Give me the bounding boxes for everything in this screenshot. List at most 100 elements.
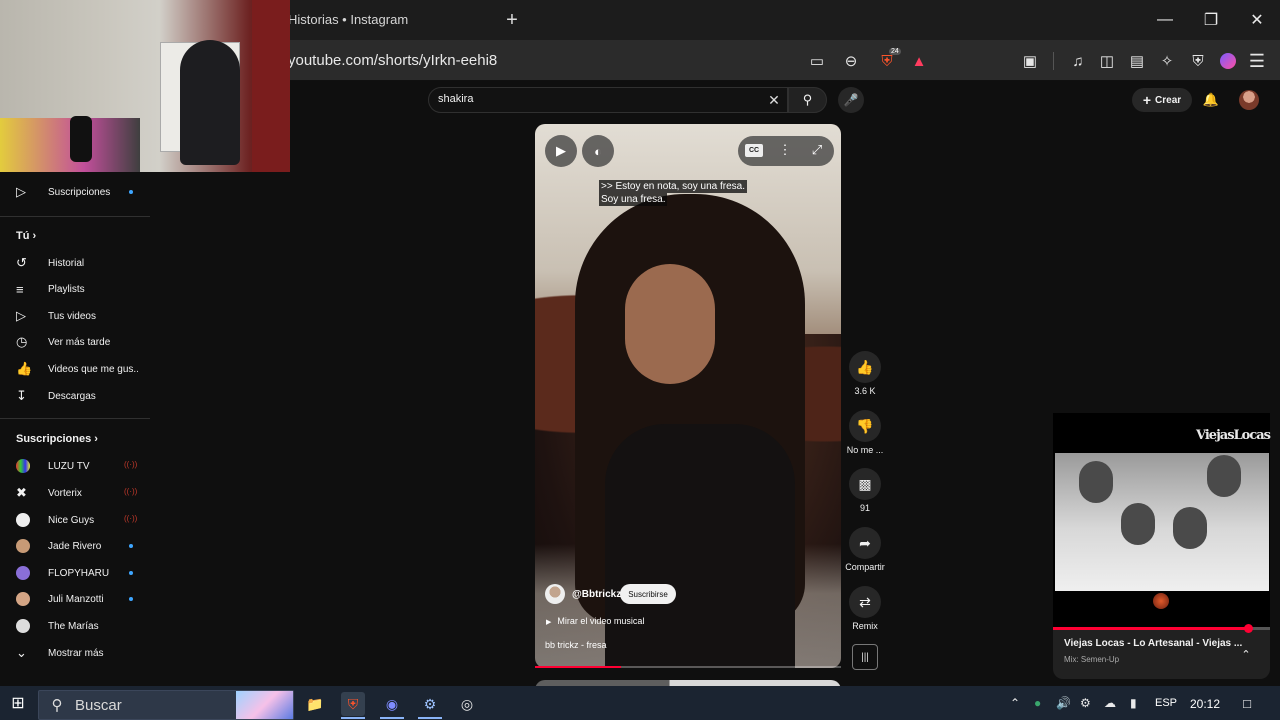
shields-count-badge: 24 [889, 48, 901, 55]
sidebar-item-label: Mostrar más [48, 647, 104, 659]
like-button[interactable]: 👍 [849, 351, 881, 383]
more-options-icon[interactable]: ⋮ [776, 141, 794, 159]
brave-rewards-icon[interactable]: ▲ [908, 50, 930, 72]
search-tab-icon[interactable]: ▣ [1019, 50, 1041, 72]
sidebar-item-label: Suscripciones [48, 186, 111, 198]
share-button[interactable]: ➦ [849, 527, 881, 559]
sidebar-channel-nice-guys[interactable]: Nice Guys ((·)) [0, 507, 150, 533]
close-window-button[interactable]: ✕ [1237, 6, 1277, 34]
sidebar-item-history[interactable]: ↺ Historial [0, 250, 150, 276]
sidebar-channel-jade-rivero[interactable]: Jade Rivero [0, 533, 150, 559]
captions-button[interactable]: CC [745, 144, 763, 157]
notification-center-icon[interactable]: □ [1238, 694, 1256, 712]
browser-menu-icon[interactable]: ☰ [1246, 50, 1268, 72]
sidebar-channel-the-marias[interactable]: The Marías [0, 613, 150, 639]
expand-chevron-icon[interactable]: ⌃ [1238, 646, 1254, 662]
sidebar-channel-luzu-tv[interactable]: LUZU TV ((·)) [0, 453, 150, 479]
mini-player-title[interactable]: Viejas Locas - Lo Artesanal - Viejas ... [1064, 638, 1242, 649]
sidebar-toggle-icon[interactable]: ◫ [1096, 50, 1118, 72]
new-content-dot [129, 190, 133, 194]
new-tab-button[interactable]: + [500, 8, 524, 32]
voice-search-button[interactable]: 🎤 [838, 87, 864, 113]
sidebar-item-playlists[interactable]: ≡ Playlists [0, 276, 150, 302]
subscribe-button[interactable]: Suscribirse [620, 584, 676, 604]
plus-icon: + [1142, 92, 1152, 108]
play-icon: ▶ [556, 143, 566, 158]
search-input[interactable] [428, 87, 788, 113]
sidebar-item-label: Tus videos [48, 310, 96, 322]
account-avatar[interactable] [1239, 90, 1259, 110]
sidebar-item-liked-videos[interactable]: 👍 Videos que me gus... [0, 356, 150, 382]
windows-start-icon[interactable]: ⊞ [8, 693, 28, 713]
minimize-button[interactable]: — [1145, 6, 1185, 34]
chevron-right-icon: › [32, 230, 37, 242]
channel-avatar: ✖ [16, 485, 27, 500]
onedrive-icon[interactable]: ☁ [1104, 696, 1116, 710]
mini-progress-handle[interactable] [1244, 624, 1253, 633]
sidebar-subscriptions-header[interactable]: Suscripciones › [16, 433, 98, 445]
obs-icon[interactable]: ◎ [455, 692, 479, 716]
channel-avatar [0, 459, 48, 473]
remix-button[interactable]: ⇄ [849, 586, 881, 618]
sidebar-item-subscriptions[interactable]: ▷ Suscripciones [0, 179, 150, 205]
sidebar-channel-vorterix[interactable]: ✖ Vorterix ((·)) [0, 480, 150, 506]
channel-avatar[interactable] [545, 584, 565, 604]
media-control-icon[interactable]: ♫ [1067, 50, 1089, 72]
search-button[interactable]: ⚲ [788, 87, 827, 113]
address-bar-url[interactable]: youtube.com/shorts/yIrkn-eehi8 [288, 52, 497, 69]
mini-progress-fill [1053, 627, 1248, 630]
taskbar-clock[interactable]: 20:12 [1190, 697, 1220, 711]
sidebar-channel-juli-manzotti[interactable]: Juli Manzotti [0, 586, 150, 612]
sidebar-show-more[interactable]: ⌄ Mostrar más [0, 640, 150, 666]
restore-button[interactable]: ❐ [1191, 6, 1231, 34]
sidebar-channel-flopyharu[interactable]: FLOPYHARU [0, 560, 150, 586]
sidebar-item-label: Descargas [48, 390, 96, 402]
search-query[interactable]: shakira [438, 93, 473, 105]
sidebar-item-watch-later[interactable]: ◷ Ver más tarde [0, 329, 150, 355]
new-content-dot [129, 571, 133, 575]
taskbar-search-placeholder[interactable]: Buscar [75, 697, 122, 714]
play-small-icon: ▶ [546, 619, 552, 626]
steam-icon[interactable]: ⚙ [418, 692, 442, 716]
sidebar: ▷ Suscripciones Tú › ↺ Historial ≡ Playl… [0, 172, 160, 686]
create-button[interactable]: + Crear [1132, 88, 1192, 112]
steam-tray-icon[interactable]: ⚙ [1080, 696, 1091, 710]
input-language[interactable]: ESP [1155, 697, 1177, 709]
wallet-icon[interactable]: ▤ [1126, 50, 1148, 72]
album-badge-icon [1153, 593, 1169, 609]
cast-icon[interactable]: ▭ [806, 50, 828, 72]
dislike-button[interactable]: 👎 [849, 410, 881, 442]
tray-overflow-icon[interactable]: ⌃ [1010, 696, 1020, 710]
notifications-bell-icon[interactable]: 🔔 [1200, 88, 1222, 112]
discord-icon[interactable]: ◉ [380, 692, 404, 716]
live-indicator-icon: ((·)) [124, 460, 138, 469]
microphone-tray-icon[interactable]: ▮ [1130, 696, 1137, 710]
play-button[interactable]: ▶ [545, 135, 577, 167]
sidebar-item-your-videos[interactable]: ▷ Tus videos [0, 303, 150, 329]
sidebar-item-downloads[interactable]: ↧ Descargas [0, 383, 150, 409]
live-indicator-icon: ((·)) [124, 514, 138, 523]
leo-ai-icon[interactable]: ✧ [1156, 50, 1178, 72]
channel-name[interactable]: @Bbtrickz [572, 589, 621, 600]
comments-button[interactable]: ▩ [849, 468, 881, 500]
active-tab-title[interactable]: Historias • Instagram [288, 12, 408, 27]
zoom-out-icon[interactable]: ⊖ [840, 50, 862, 72]
chevron-down-icon: ⌄ [16, 645, 27, 660]
create-label: Crear [1155, 94, 1182, 106]
sidebar-you-header[interactable]: Tú › [16, 230, 36, 242]
tray-app-icon[interactable]: ● [1034, 696, 1041, 710]
sound-waveform-icon[interactable]: ||| [852, 644, 878, 670]
clear-search-icon[interactable]: ✕ [766, 92, 782, 108]
volume-tray-icon[interactable]: 🔊 [1056, 696, 1071, 710]
comment-count: 91 [859, 503, 870, 513]
remix-icon: ⇄ [859, 593, 871, 610]
sidebar-item-label: Ver más tarde [48, 336, 111, 348]
file-explorer-icon[interactable]: 📁 [303, 692, 327, 716]
channel-avatar [0, 619, 48, 633]
brave-browser-icon[interactable]: ⛨ [341, 692, 365, 716]
vpn-icon[interactable]: ⛨ [1187, 50, 1209, 72]
music-video-link[interactable]: ▶ Mirar el video musical [546, 616, 644, 626]
profile-icon[interactable] [1217, 50, 1239, 72]
volume-button[interactable]: ◐ [582, 135, 614, 167]
fullscreen-icon[interactable]: ⤢ [808, 141, 826, 159]
